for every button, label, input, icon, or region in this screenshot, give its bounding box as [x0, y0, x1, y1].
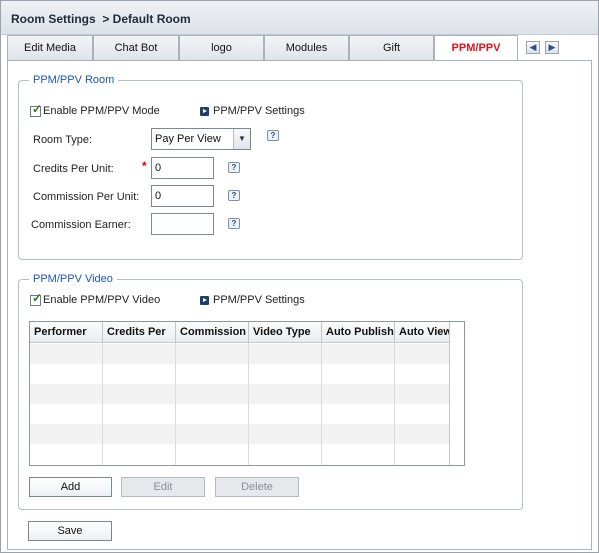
room-type-value: Pay Per View	[155, 133, 221, 145]
help-icon[interactable]: ?	[228, 218, 240, 229]
chevron-down-icon[interactable]: ▼	[233, 129, 250, 149]
table-row	[30, 444, 449, 465]
enable-ppm-ppv-mode-checkbox[interactable]: ✓	[30, 102, 43, 117]
window-title: Room Settings > Default Room	[11, 12, 191, 26]
room-settings-window: Room Settings > Default Room Edit Media …	[0, 0, 599, 553]
breadcrumb: > Default Room	[102, 12, 191, 26]
column-divider	[394, 343, 395, 465]
commission-earner-input[interactable]	[151, 213, 214, 235]
column-header[interactable]: Auto Publish	[322, 322, 395, 343]
enable-ppm-ppv-video-checkbox[interactable]: ✓	[30, 291, 43, 306]
column-header[interactable]: Performer	[30, 322, 103, 343]
video-group-legend: PPM/PPV Video	[29, 273, 117, 285]
room-type-select[interactable]: Pay Per View ▼	[151, 128, 251, 150]
tab-chat-bot[interactable]: Chat Bot	[93, 35, 179, 60]
play-icon	[200, 296, 209, 305]
table-row	[30, 404, 449, 424]
tab-modules[interactable]: Modules	[264, 35, 349, 60]
room-type-label: Room Type:	[33, 134, 93, 146]
room-settings-link[interactable]: PPM/PPV Settings	[213, 105, 305, 117]
room-group-legend: PPM/PPV Room	[29, 74, 119, 86]
video-settings-link[interactable]: PPM/PPV Settings	[213, 294, 305, 306]
add-button[interactable]: Add	[29, 477, 112, 497]
enable-ppm-ppv-mode-label: Enable PPM/PPV Mode	[43, 105, 160, 117]
edit-button[interactable]: Edit	[121, 477, 205, 497]
video-table: Performer Credits Per Commission Video T…	[29, 321, 465, 466]
column-divider	[175, 343, 176, 465]
table-row	[30, 344, 449, 364]
save-button[interactable]: Save	[28, 521, 112, 541]
enable-ppm-ppv-video-label: Enable PPM/PPV Video	[43, 294, 161, 306]
commission-per-unit-input[interactable]	[151, 185, 214, 207]
ppm-ppv-video-group: PPM/PPV Video ✓ Enable PPM/PPV Video PPM…	[18, 273, 523, 510]
column-divider	[102, 343, 103, 465]
vertical-scrollbar[interactable]	[449, 322, 464, 465]
ppm-ppv-room-group: PPM/PPV Room ✓ Enable PPM/PPV Mode PPM/P…	[18, 74, 523, 260]
help-icon[interactable]: ?	[228, 190, 240, 201]
help-icon[interactable]: ?	[267, 130, 279, 141]
arrow-left-icon[interactable]: ◀	[526, 41, 540, 54]
column-header[interactable]: Video Type	[249, 322, 322, 343]
tab-gift[interactable]: Gift	[349, 35, 434, 60]
column-header[interactable]: Auto View	[395, 322, 449, 343]
column-divider	[321, 343, 322, 465]
commission-earner-label: Commission Earner:	[31, 219, 131, 231]
credits-per-unit-input[interactable]	[151, 157, 214, 179]
tab-edit-media[interactable]: Edit Media	[7, 35, 93, 60]
delete-button[interactable]: Delete	[215, 477, 299, 497]
table-row	[30, 384, 449, 404]
table-header: Performer Credits Per Commission Video T…	[30, 322, 449, 343]
column-header[interactable]: Credits Per	[103, 322, 176, 343]
check-icon: ✓	[32, 102, 43, 116]
tab-ppm-ppv[interactable]: PPM/PPV	[434, 35, 518, 61]
column-header[interactable]: Commission	[176, 322, 249, 343]
play-icon	[200, 107, 209, 116]
table-row	[30, 364, 449, 384]
title-bar: Room Settings > Default Room	[1, 1, 598, 35]
arrow-right-icon[interactable]: ▶	[545, 41, 559, 54]
column-divider	[248, 343, 249, 465]
commission-per-unit-label: Commission Per Unit:	[33, 191, 140, 203]
tab-content-panel: PPM/PPV Room ✓ Enable PPM/PPV Mode PPM/P…	[7, 60, 592, 550]
credits-per-unit-label: Credits Per Unit:	[33, 163, 114, 175]
required-marker: *	[142, 159, 147, 173]
check-icon: ✓	[32, 291, 43, 305]
table-row	[30, 424, 449, 444]
tab-logo[interactable]: logo	[179, 35, 264, 60]
title-label: Room Settings	[11, 12, 96, 26]
help-icon[interactable]: ?	[228, 162, 240, 173]
